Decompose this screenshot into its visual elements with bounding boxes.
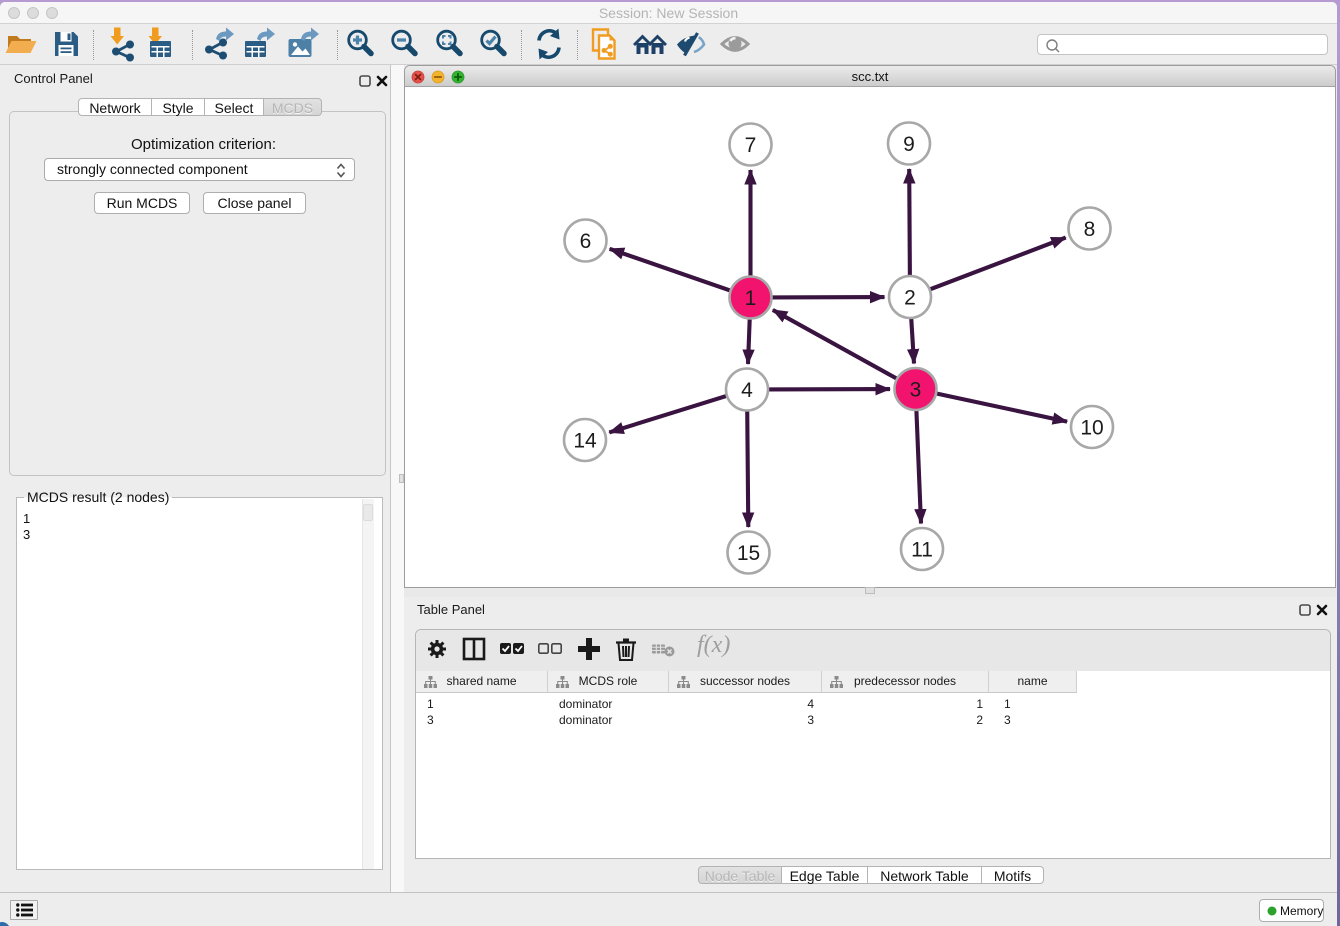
svg-text:6: 6 [580,230,592,253]
svg-text:1: 1 [745,287,757,310]
svg-text:15: 15 [737,542,760,565]
svg-text:9: 9 [903,133,915,156]
svg-text:4: 4 [741,379,753,402]
svg-text:10: 10 [1080,417,1103,440]
svg-text:11: 11 [911,539,933,562]
svg-text:3: 3 [910,379,922,402]
svg-text:8: 8 [1084,218,1096,241]
svg-text:14: 14 [573,430,597,453]
svg-text:7: 7 [745,134,757,157]
svg-text:2: 2 [904,287,916,310]
